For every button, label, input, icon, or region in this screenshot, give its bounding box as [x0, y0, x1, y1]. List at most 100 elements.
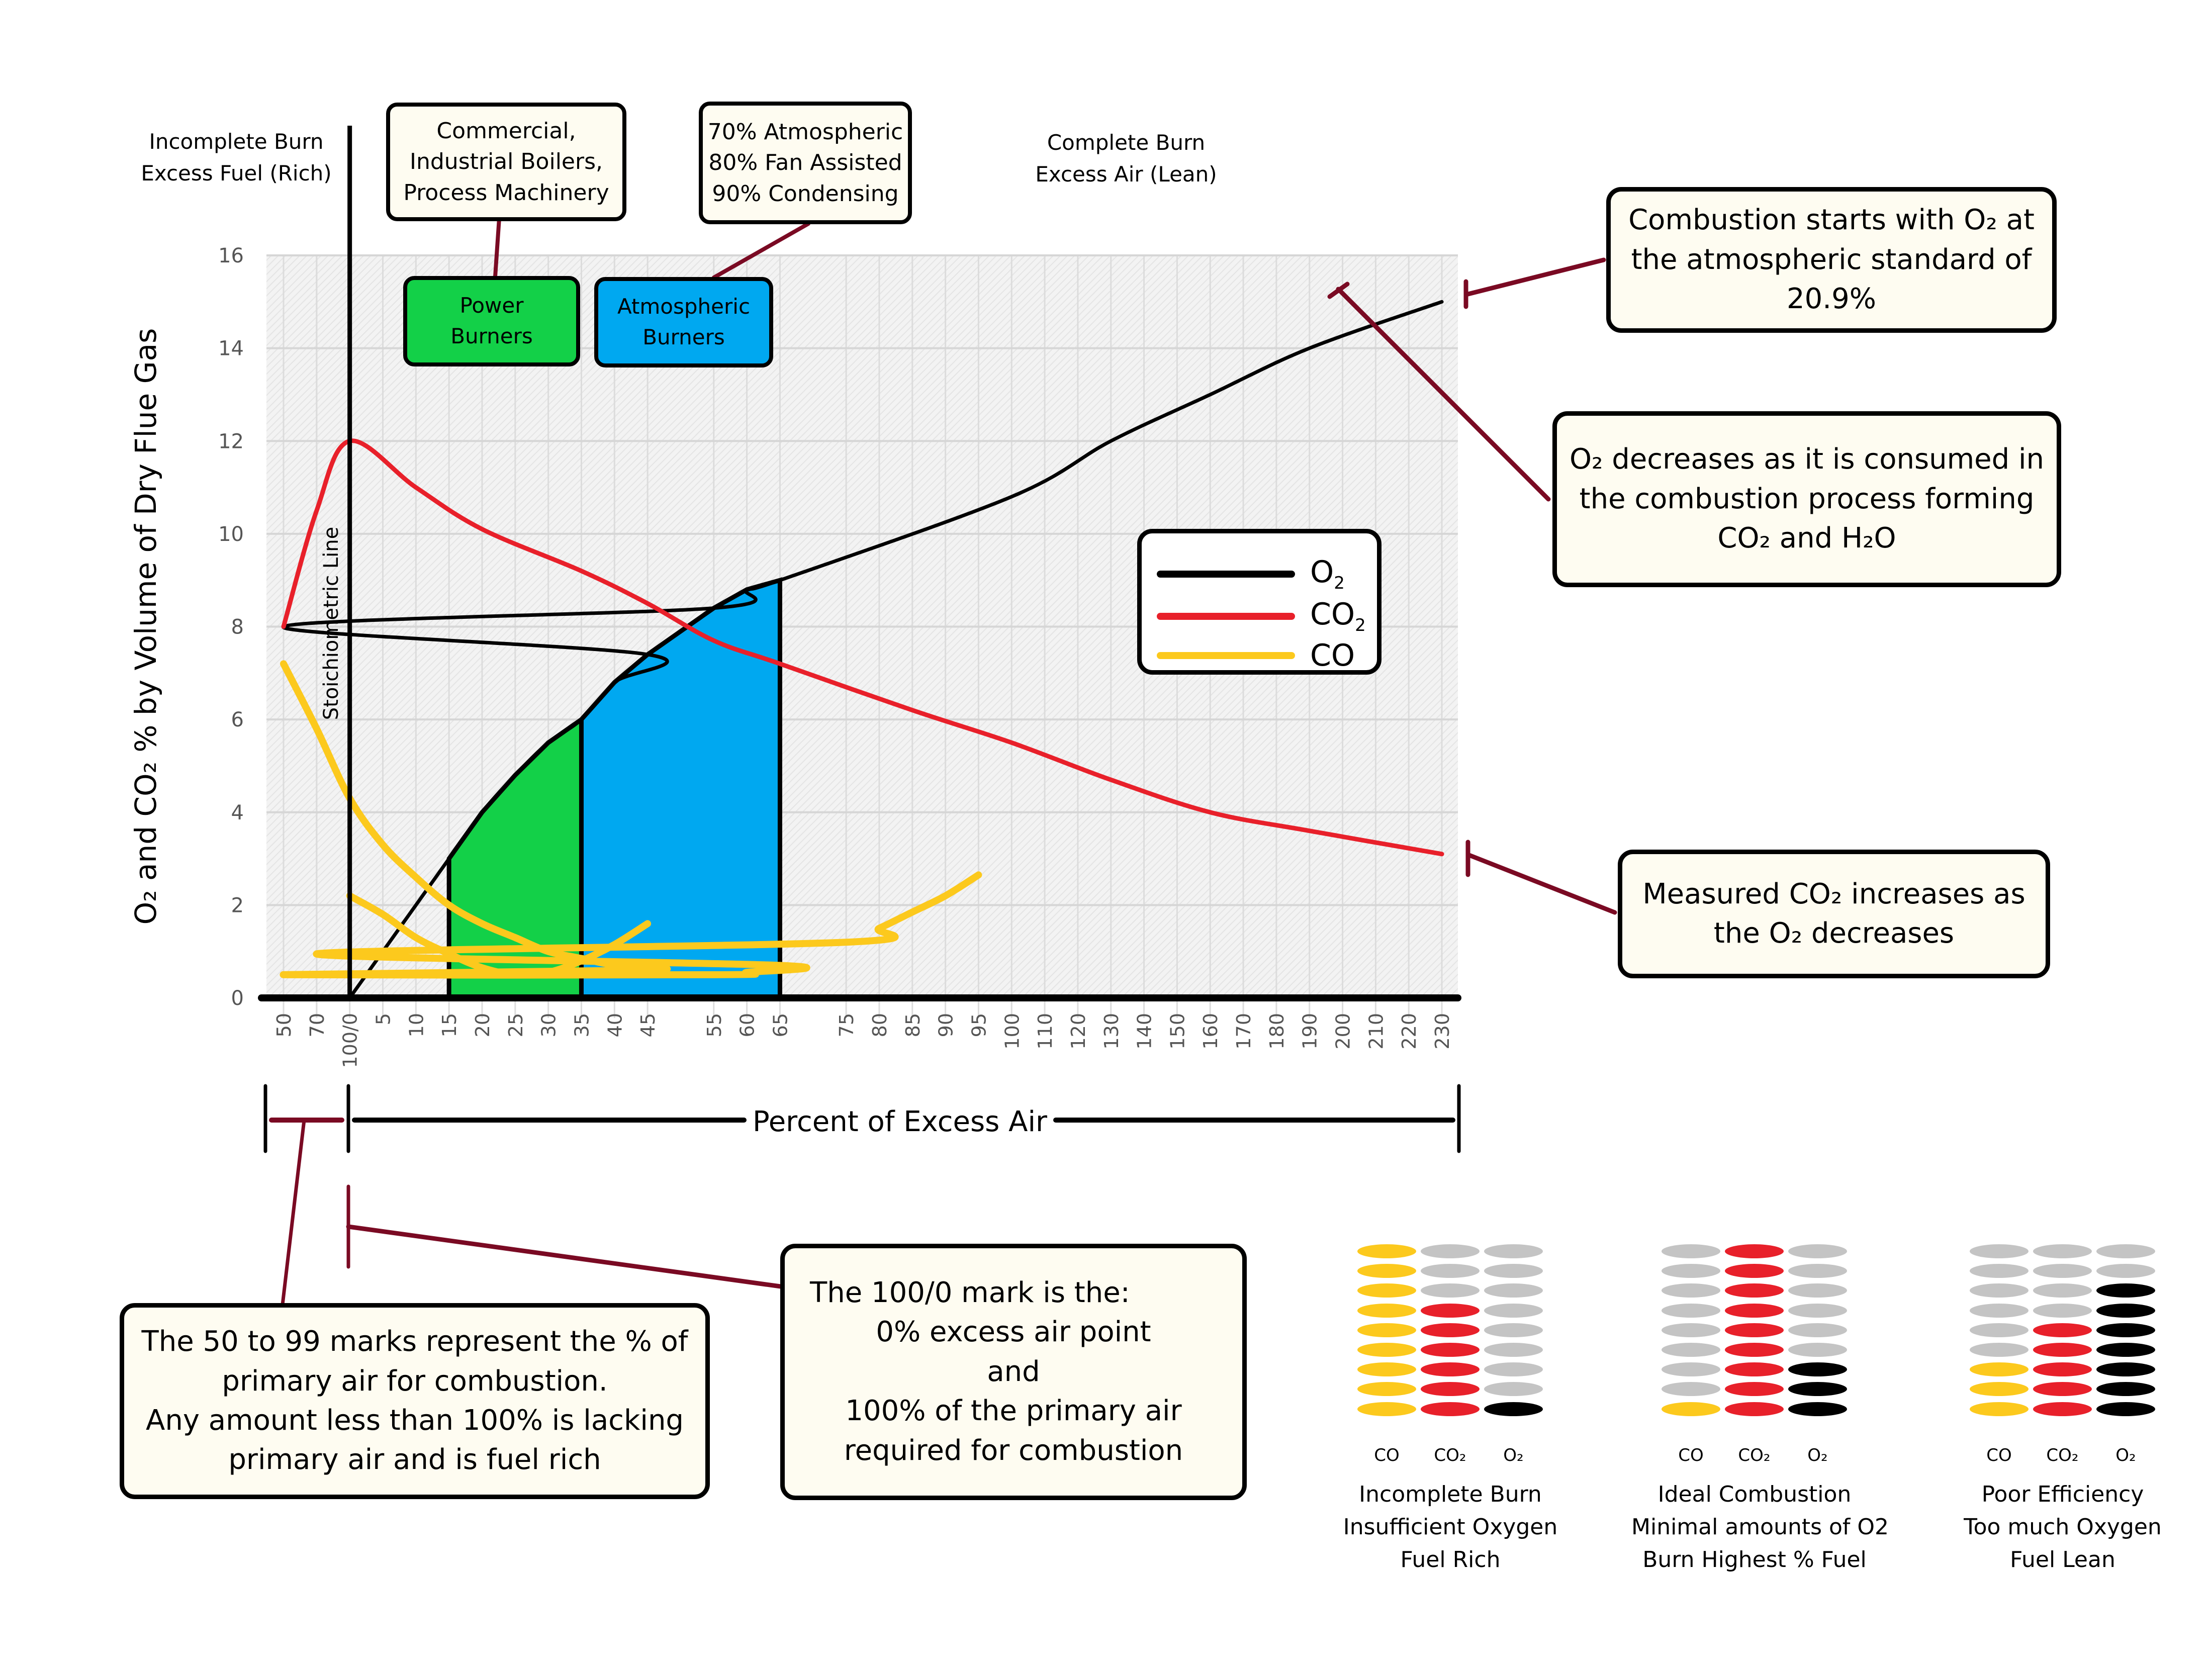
- callout-line: Measured CO₂ increases as: [1642, 877, 2025, 910]
- x-tick-label: 160: [1200, 1013, 1222, 1050]
- callout-line: Any amount less than 100% is lacking: [146, 1404, 684, 1437]
- stack-cell-empty: [1788, 1244, 1847, 1258]
- y-tick-label: 16: [218, 244, 244, 267]
- pointer-line: [281, 1118, 306, 1307]
- stack-cell-co: [1970, 1362, 2029, 1377]
- callout-line: the O₂ decreases: [1713, 917, 1955, 950]
- stack-cell-co: [1357, 1402, 1416, 1416]
- x-tick-label: 55: [703, 1013, 725, 1037]
- stack-cell-co2: [2033, 1343, 2092, 1357]
- x-tick-label: 65: [769, 1013, 791, 1037]
- y-tick-label: 14: [218, 337, 244, 360]
- x-tick-label: 200: [1332, 1013, 1354, 1050]
- x-tick-label: 40: [604, 1013, 626, 1037]
- stack-cell-empty: [1788, 1303, 1847, 1318]
- stack-cell-co2: [1725, 1402, 1784, 1416]
- x-tick-label: 70: [306, 1013, 328, 1037]
- legend-item-co: CO: [1157, 638, 1355, 673]
- x-tick-label: 35: [571, 1013, 593, 1037]
- stack-cell-co2: [2033, 1323, 2092, 1337]
- legend-label: CO2: [1310, 597, 1366, 635]
- stack-cell-co2: [1725, 1323, 1784, 1337]
- callout-line: Combustion starts with O₂ at: [1628, 204, 2035, 237]
- stack-cell-empty: [1970, 1343, 2029, 1357]
- stack-cell-co: [1357, 1323, 1416, 1337]
- callout-o2-decreases: O₂ decreases as it is consumed in the co…: [1552, 411, 2061, 587]
- stack-cell-co: [1357, 1264, 1416, 1278]
- commercial-line: Commercial,: [436, 118, 576, 144]
- percent-excess-air-label: Percent of Excess Air: [753, 1105, 1048, 1138]
- stack-cell-co2: [1421, 1402, 1480, 1416]
- lean-label-line: Complete Burn: [1047, 130, 1206, 155]
- stack-caption: Ideal Combustion Minimal amounts of O2 Bur…: [1631, 1478, 1889, 1576]
- x-tick-label: 80: [869, 1013, 891, 1037]
- legend-label: CO: [1310, 638, 1355, 673]
- y-tick-label: 2: [231, 894, 244, 917]
- callout-line: 0% excess air point: [876, 1316, 1151, 1349]
- stack-cell-empty: [1484, 1244, 1543, 1258]
- stack-cell-co: [1357, 1343, 1416, 1357]
- atmospheric-burners-line: Atmospheric: [617, 294, 751, 319]
- x-tick-label: 15: [438, 1013, 460, 1037]
- stack-column-label: CO: [1986, 1445, 2012, 1465]
- stack-cell-co2: [1725, 1343, 1784, 1357]
- callout-line: and: [987, 1355, 1040, 1388]
- rich-label-line: Incomplete Burn: [149, 129, 324, 154]
- stack-cell-empty: [1788, 1264, 1847, 1278]
- x-tick-label: 220: [1398, 1013, 1420, 1050]
- callout-atmospheric-start: Combustion starts with O₂ at the atmosph…: [1606, 187, 2057, 333]
- stack-caption-line: Too much Oxygen: [1964, 1514, 2162, 1540]
- stack-caption-line: Poor Efficiency: [1981, 1482, 2144, 1507]
- y-tick-label: 4: [231, 801, 244, 824]
- stack-cell-co: [1357, 1303, 1416, 1318]
- stack-cell-empty: [1970, 1244, 2029, 1258]
- stack-cell-co2: [2033, 1402, 2092, 1416]
- x-tick-label: 5: [372, 1013, 394, 1025]
- power-burners-line: Burners: [450, 324, 533, 348]
- callout-line: 100% of the primary air: [845, 1395, 1182, 1428]
- x-tick-label: 110: [1034, 1013, 1056, 1050]
- x-tick-label: 130: [1100, 1013, 1123, 1050]
- stack-cell-empty: [1421, 1244, 1480, 1258]
- stack-cell-o2: [2096, 1402, 2155, 1416]
- stack-cell-co2: [1421, 1323, 1480, 1337]
- stack-cell-co: [1970, 1402, 2029, 1416]
- y-axis-label: O₂ and CO₂ % by Volume of Dry Flue Gas: [129, 328, 163, 925]
- legend: O2 CO2 CO: [1137, 529, 1381, 675]
- x-tick-label: 170: [1233, 1013, 1255, 1050]
- stack-cell-co2: [2033, 1362, 2092, 1377]
- stack-cell-empty: [1421, 1264, 1480, 1278]
- y-tick-label: 8: [231, 616, 244, 639]
- callout-line: the combustion process forming: [1579, 482, 2035, 515]
- stack-cell-co: [1662, 1402, 1720, 1416]
- stack-cell-empty: [1788, 1343, 1847, 1357]
- stack-column-label: CO: [1374, 1445, 1400, 1465]
- stack-cell-empty: [1484, 1343, 1543, 1357]
- stack-cell-empty: [1662, 1323, 1720, 1337]
- stack-cell-empty: [1484, 1303, 1543, 1318]
- stack-cell-co2: [1725, 1244, 1784, 1258]
- stack-caption-line: Ideal Combustion: [1657, 1482, 1852, 1507]
- residential-line: 90% Condensing: [712, 180, 899, 207]
- x-tick-label: 50: [273, 1013, 295, 1037]
- stack-caption-line: Incomplete Burn: [1359, 1482, 1542, 1507]
- y-tick-label: 6: [231, 708, 244, 731]
- stack-cell-empty: [2096, 1264, 2155, 1278]
- stack-cell-empty: [1662, 1264, 1720, 1278]
- x-tick-label: 95: [968, 1013, 990, 1037]
- pointer-line: [1465, 257, 1606, 297]
- x-tick-label: 150: [1166, 1013, 1188, 1050]
- stack-cell-empty: [1662, 1362, 1720, 1377]
- x-tick-label: 30: [538, 1013, 560, 1037]
- commercial-line: Industrial Boilers,: [410, 149, 603, 175]
- legend-swatch: [1157, 652, 1295, 659]
- y-tick-label: 10: [218, 523, 244, 546]
- stack-caption: Incomplete Burn Insufficient Oxygen Fuel R…: [1327, 1478, 1574, 1576]
- lean-region-label: Complete Burn Excess Air (Lean): [1026, 127, 1227, 190]
- callout-line: the atmospheric standard of: [1631, 243, 2032, 276]
- x-tick-labels: 50 70 100/0 5 10 15 20 25 30 35 40 4550 55 60 6570 75 80…: [273, 1013, 1453, 1068]
- stack-column-label: O₂: [2115, 1445, 2136, 1465]
- legend-swatch: [1157, 570, 1295, 578]
- callout-line: O₂ decreases as it is consumed in: [1569, 443, 2045, 476]
- stack-cell-empty: [1484, 1323, 1543, 1337]
